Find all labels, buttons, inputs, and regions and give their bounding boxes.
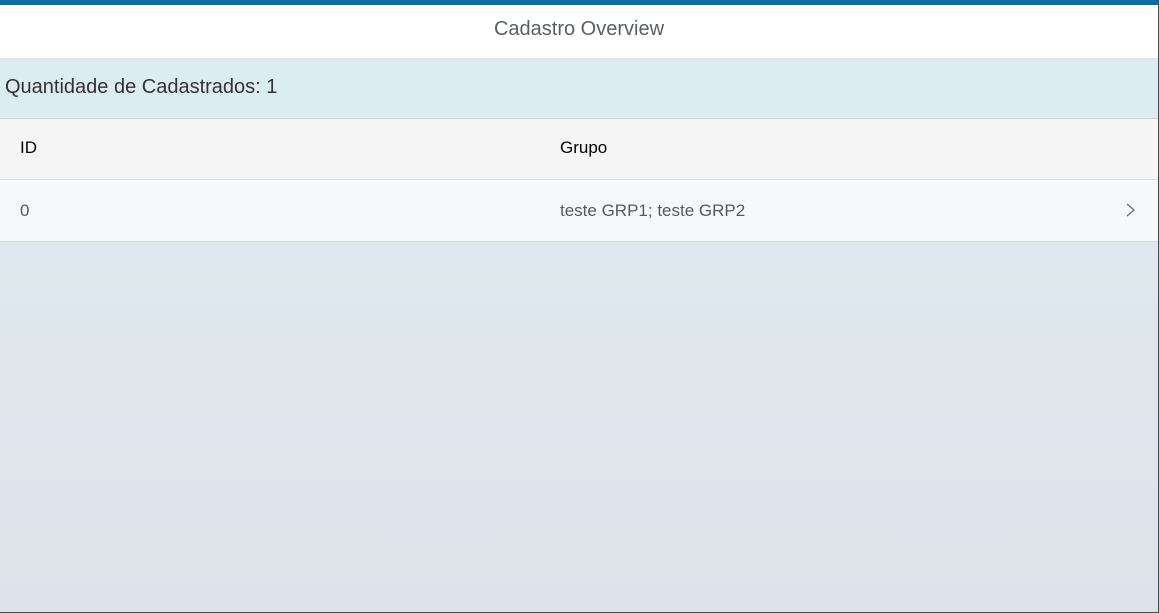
page-header: Cadastro Overview <box>0 5 1158 59</box>
cell-id: 0 <box>20 201 30 220</box>
cadastro-table: ID Grupo 0 teste GRP1; teste GRP2 <box>0 119 1158 242</box>
registered-count-label: Quantidade de Cadastrados: 1 <box>5 76 278 98</box>
table-row[interactable]: 0 teste GRP1; teste GRP2 <box>0 180 1158 242</box>
column-header-grupo: Grupo <box>560 138 608 157</box>
app-window: Cadastro Overview Quantidade de Cadastra… <box>0 0 1159 613</box>
page-title: Cadastro Overview <box>493 18 665 40</box>
chevron-right-icon[interactable] <box>1124 202 1138 218</box>
column-header-id: ID <box>20 138 37 157</box>
table-header: ID Grupo <box>0 119 1158 180</box>
cell-grupo: teste GRP1; teste GRP2 <box>560 201 746 220</box>
count-bar: Quantidade de Cadastrados: 1 <box>0 59 1158 119</box>
